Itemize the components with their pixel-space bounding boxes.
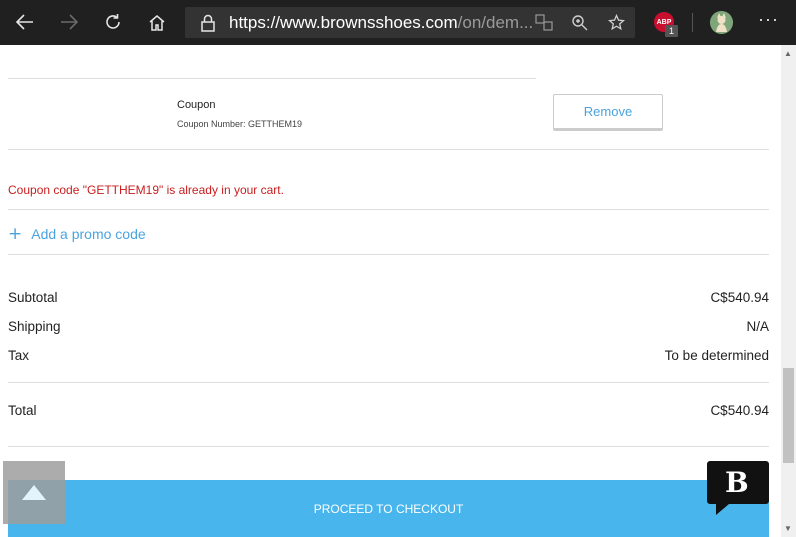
home-icon[interactable] xyxy=(143,8,171,36)
favorite-star-icon[interactable] xyxy=(607,13,626,35)
scrollbar-thumb[interactable] xyxy=(783,368,794,463)
scroll-up-arrow-icon[interactable]: ▲ xyxy=(784,49,792,58)
profile-avatar[interactable] xyxy=(710,11,733,34)
scroll-to-top-button[interactable] xyxy=(3,461,65,524)
shipping-value: N/A xyxy=(746,319,769,334)
divider xyxy=(8,78,536,79)
divider xyxy=(8,382,769,383)
coupon-number: Coupon Number: GETTHEM19 xyxy=(177,119,303,129)
scroll-down-arrow-icon[interactable]: ▼ xyxy=(784,524,792,533)
cart-page: Coupon Coupon Number: GETTHEM19 Remove C… xyxy=(0,45,781,537)
adblock-count-badge: 1 xyxy=(665,25,678,37)
refresh-icon[interactable] xyxy=(99,8,127,36)
total-value: C$540.94 xyxy=(710,403,769,418)
total-label: Total xyxy=(8,403,37,418)
url-text[interactable]: https://www.brownsshoes.com/on/dem... xyxy=(229,13,533,33)
toolbar-divider xyxy=(692,13,693,32)
plus-icon: + xyxy=(8,224,23,244)
add-promo-code-label: Add a promo code xyxy=(31,226,146,242)
divider xyxy=(8,209,769,210)
browser-toolbar: https://www.brownsshoes.com/on/dem... AB… xyxy=(0,0,796,45)
tax-label: Tax xyxy=(8,348,30,363)
add-promo-code-link[interactable]: + Add a promo code xyxy=(8,224,146,244)
lock-icon[interactable] xyxy=(200,14,216,32)
divider xyxy=(8,254,769,255)
url-path: /on/dem... xyxy=(457,13,534,32)
more-menu-icon[interactable]: ··· xyxy=(758,9,779,30)
tax-value: To be determined xyxy=(664,348,769,363)
shipping-label: Shipping xyxy=(8,319,61,334)
chat-widget-button[interactable]: B xyxy=(707,461,769,515)
subtotal-label: Subtotal xyxy=(8,290,58,305)
back-arrow-icon[interactable] xyxy=(11,8,39,36)
translate-icon[interactable] xyxy=(535,14,553,35)
divider xyxy=(8,446,769,447)
url-domain: https://www.brownsshoes.com xyxy=(229,13,458,32)
divider xyxy=(8,149,769,150)
address-bar[interactable]: https://www.brownsshoes.com/on/dem... xyxy=(185,7,635,38)
forward-arrow-icon[interactable] xyxy=(55,8,83,36)
chat-logo-letter: B xyxy=(725,466,749,499)
coupon-title: Coupon xyxy=(177,99,216,111)
zoom-icon[interactable] xyxy=(571,14,588,35)
coupon-error-message: Coupon code "GETTHEM19" is already in yo… xyxy=(8,183,284,197)
remove-coupon-button[interactable]: Remove xyxy=(553,94,663,131)
proceed-to-checkout-button[interactable]: PROCEED TO CHECKOUT xyxy=(8,480,769,537)
vertical-scrollbar[interactable]: ▲ ▼ xyxy=(781,45,796,537)
subtotal-value: C$540.94 xyxy=(710,290,769,305)
up-arrow-icon xyxy=(22,485,46,500)
